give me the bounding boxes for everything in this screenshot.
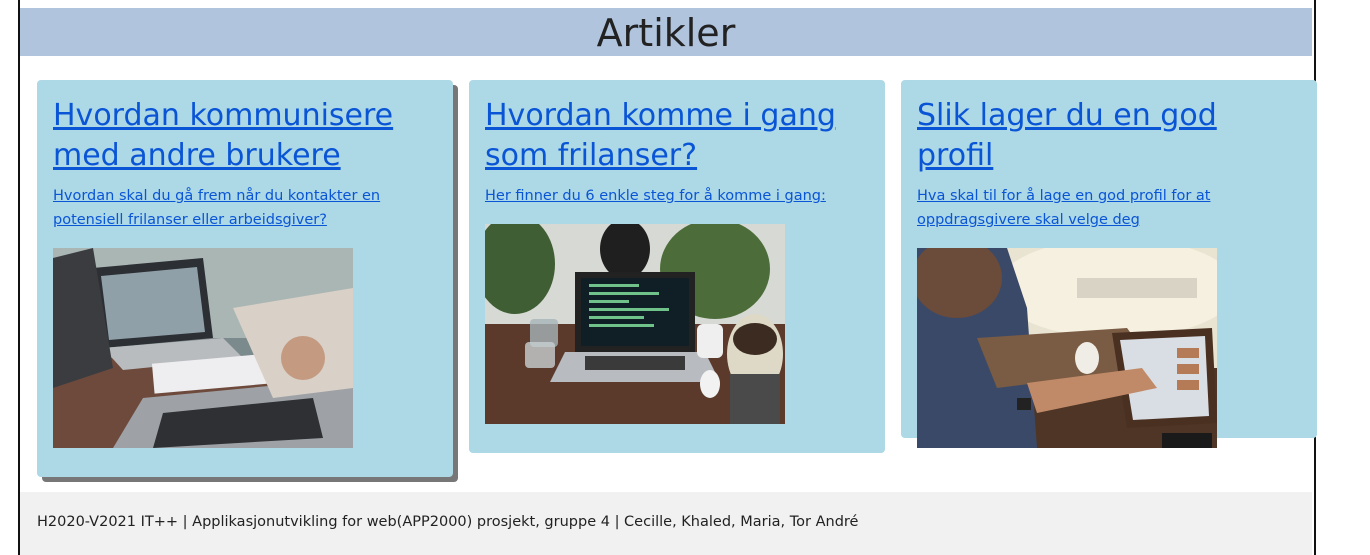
footer-text: H2020-V2021 IT++ | Applikasjonutvikling … (37, 514, 859, 530)
laptop-code-image (485, 224, 785, 424)
page-title: Artikler (596, 11, 736, 55)
article-card: Hvordan kommunisere med andre brukere Hv… (37, 80, 453, 477)
tablet-user-image (917, 248, 1217, 448)
article-image[interactable] (53, 248, 353, 448)
article-title-link[interactable]: Hvordan kommunisere med andre brukere (53, 96, 437, 176)
article-title-link[interactable]: Slik lager du en god profil (917, 96, 1301, 176)
article-card: Slik lager du en god profil Hva skal til… (901, 80, 1317, 448)
article-title-link[interactable]: Hvordan komme i gang som frilanser? (485, 96, 869, 176)
article-card: Hvordan komme i gang som frilanser? Her … (469, 80, 885, 453)
page-footer: H2020-V2021 IT++ | Applikasjonutvikling … (20, 492, 1312, 555)
article-description-link[interactable]: Hvordan skal du gå frem når du kontakter… (53, 184, 437, 232)
article-image[interactable] (485, 224, 785, 424)
article-description-link[interactable]: Hva skal til for å lage en god profil fo… (917, 184, 1301, 232)
laptops-desk-image (53, 248, 353, 448)
article-description-link[interactable]: Her finner du 6 enkle steg for å komme i… (485, 184, 869, 208)
article-image[interactable] (917, 248, 1217, 448)
page-header: Artikler (20, 8, 1312, 56)
